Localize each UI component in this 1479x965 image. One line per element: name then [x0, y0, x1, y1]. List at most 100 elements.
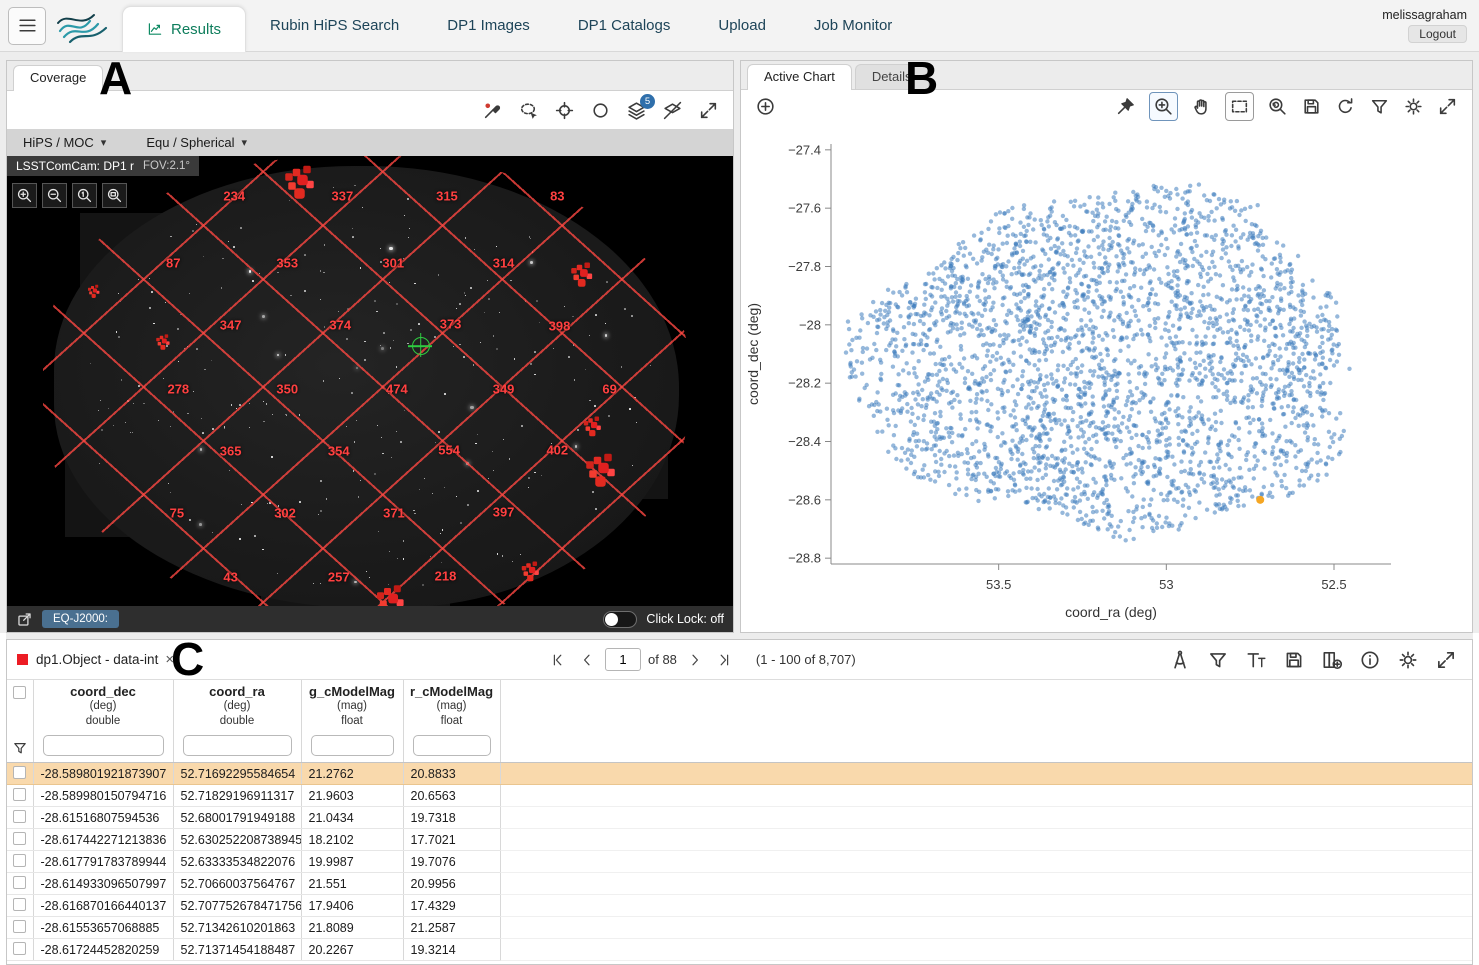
column-header-coord-dec[interactable]: coord_dec (deg) double [33, 680, 173, 763]
layers-icon[interactable]: 5 [626, 100, 647, 121]
table-row[interactable]: -28.58980192187390752.7169229558465421.2… [7, 763, 1472, 785]
column-filter-input[interactable] [183, 735, 292, 756]
projection-dropdown[interactable]: Equ / Spherical ▾ [146, 135, 247, 150]
sky-coverage-view[interactable]: 2343373158387353301314347374373398278350… [7, 156, 733, 632]
visit-tile-number: 83 [550, 189, 564, 204]
column-filter-input[interactable] [413, 735, 491, 756]
logout-button[interactable]: Logout [1408, 25, 1467, 43]
visit-tile-number: 315 [436, 189, 458, 204]
filter-icon[interactable] [1369, 96, 1390, 117]
svg-text:−27.6: −27.6 [788, 201, 821, 216]
info-icon[interactable] [1359, 649, 1381, 671]
tab-upload[interactable]: Upload [694, 0, 790, 52]
table-tab-label[interactable]: dp1.Object - data-int [36, 652, 158, 667]
settings-gear-icon[interactable] [1403, 96, 1424, 117]
zoom-out-icon[interactable] [42, 183, 67, 208]
table-toolbar [1169, 649, 1472, 671]
expand-icon[interactable] [698, 100, 719, 121]
column-header-coord-ra[interactable]: coord_ra (deg) double [173, 680, 301, 763]
column-header-g-cmodelmag[interactable]: g_cModelMag (mag) float [301, 680, 403, 763]
svg-text:−28: −28 [799, 317, 821, 332]
column-filter-input[interactable] [311, 735, 394, 756]
svg-text:−27.4: −27.4 [788, 142, 821, 157]
table-cell: 52.63333534822076 [173, 851, 301, 873]
table-row[interactable]: -28.6155365706888552.7134261020186321.80… [7, 917, 1472, 939]
selected-sources-cluster [577, 265, 583, 271]
settings-gear-icon[interactable] [1397, 649, 1419, 671]
chart-line-icon [147, 21, 163, 37]
row-checkbox[interactable] [13, 832, 26, 845]
scatter-chart[interactable]: 53.55352.5−27.4−27.6−27.8−28−28.2−28.4−2… [741, 122, 1472, 632]
tab-rubin-hips-search[interactable]: Rubin HiPS Search [246, 0, 423, 52]
filler-cell [500, 785, 1472, 807]
row-checkbox[interactable] [13, 898, 26, 911]
row-checkbox[interactable] [13, 876, 26, 889]
table-row[interactable]: -28.61687016644013752.70775267847175617.… [7, 895, 1472, 917]
table-cell: 21.551 [301, 873, 403, 895]
circle-select-icon[interactable] [590, 100, 611, 121]
filler-cell [500, 917, 1472, 939]
zoom-in-icon[interactable] [12, 183, 37, 208]
tab-results[interactable]: Results [122, 6, 246, 52]
text-view-icon[interactable] [1245, 649, 1267, 671]
prev-page-icon[interactable] [576, 649, 598, 671]
pan-hand-icon[interactable] [1191, 96, 1212, 117]
tab-job-monitor[interactable]: Job Monitor [790, 0, 916, 52]
first-page-icon[interactable] [547, 649, 569, 671]
annotation-letter-c: C [171, 636, 204, 682]
column-header-r-cmodelmag[interactable]: r_cModelMag (mag) float [403, 680, 500, 763]
zoom-fit-icon[interactable] [102, 183, 127, 208]
table-cell: 18.2102 [301, 829, 403, 851]
add-column-icon[interactable] [1321, 649, 1343, 671]
zoom-in-tool-icon[interactable] [1149, 92, 1178, 121]
filter-icon[interactable] [1207, 649, 1229, 671]
row-checkbox[interactable] [13, 788, 26, 801]
next-page-icon[interactable] [684, 649, 706, 671]
restore-icon[interactable] [1335, 96, 1356, 117]
click-lock-toggle[interactable] [603, 611, 637, 628]
visit-tile-number: 374 [329, 317, 351, 332]
svg-text:coord_dec (deg): coord_dec (deg) [745, 303, 761, 405]
table-row[interactable]: -28.6172445282025952.7137145418848720.22… [7, 939, 1472, 961]
draw-tools-icon[interactable] [482, 100, 503, 121]
zoom-1to1-icon[interactable] [72, 183, 97, 208]
select-all-checkbox[interactable] [13, 686, 26, 699]
close-icon[interactable]: × [165, 651, 174, 668]
save-icon[interactable] [1301, 96, 1322, 117]
hips-moc-dropdown[interactable]: HiPS / MOC ▾ [23, 135, 106, 150]
column-filter-input[interactable] [43, 735, 164, 756]
table-row[interactable]: -28.61779178378994452.6333353482207619.9… [7, 851, 1472, 873]
expand-icon[interactable] [1435, 649, 1457, 671]
add-chart-icon[interactable] [755, 96, 776, 117]
table-row[interactable]: -28.6151680759453652.6800179194918821.04… [7, 807, 1472, 829]
page-number-input[interactable] [605, 648, 641, 671]
tab-dp1-images[interactable]: DP1 Images [423, 0, 554, 52]
save-icon[interactable] [1283, 649, 1305, 671]
layers-off-icon[interactable] [662, 100, 683, 121]
tab-coverage[interactable]: Coverage [13, 65, 103, 91]
expand-icon[interactable] [1437, 96, 1458, 117]
row-checkbox[interactable] [13, 942, 26, 955]
recenter-icon[interactable] [554, 100, 575, 121]
row-checkbox[interactable] [13, 766, 26, 779]
row-checkbox[interactable] [13, 854, 26, 867]
filler-cell [500, 939, 1472, 961]
table-row[interactable]: -28.58998015079471652.7182919691131721.9… [7, 785, 1472, 807]
lasso-select-icon[interactable] [518, 100, 539, 121]
row-checkbox[interactable] [13, 920, 26, 933]
popout-icon[interactable] [16, 611, 33, 628]
hamburger-menu-button[interactable] [8, 7, 46, 45]
table-row[interactable]: -28.61744227121383652.63025220873894518.… [7, 829, 1472, 851]
table-row[interactable]: -28.61493309650799752.7066003756476721.5… [7, 873, 1472, 895]
box-select-icon[interactable] [1225, 92, 1254, 121]
row-checkbox[interactable] [13, 810, 26, 823]
last-page-icon[interactable] [713, 649, 735, 671]
drawing-compass-icon[interactable] [1169, 649, 1191, 671]
tab-dp1-catalogs[interactable]: DP1 Catalogs [554, 0, 695, 52]
zoom-reset-icon[interactable] [1267, 96, 1288, 117]
visit-tile-number: 349 [493, 382, 515, 397]
tab-details[interactable]: Details [855, 64, 929, 89]
table-cell: -28.617442271213836 [33, 829, 173, 851]
pin-icon[interactable] [1115, 96, 1136, 117]
tab-active-chart[interactable]: Active Chart [747, 64, 852, 90]
